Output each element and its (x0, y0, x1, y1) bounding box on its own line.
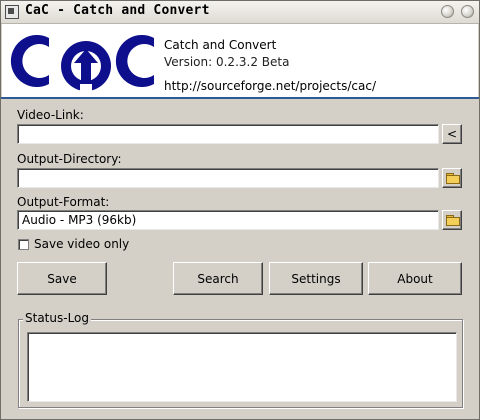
about-button[interactable]: About (368, 262, 462, 295)
folder-options-icon (445, 215, 460, 226)
settings-button[interactable]: Settings (269, 262, 363, 295)
paste-link-button[interactable]: < (442, 124, 462, 144)
output-directory-input[interactable] (17, 168, 439, 188)
paste-link-label: < (446, 127, 458, 141)
minimize-icon[interactable] (441, 5, 454, 18)
app-window: CaC - Catch and Convert Catch and Conver… (0, 0, 480, 420)
about-button-label: About (397, 271, 433, 286)
output-directory-label: Output-Directory: (17, 152, 122, 166)
app-version: Version: 0.2.3.2 Beta (164, 55, 290, 69)
search-button[interactable]: Search (173, 262, 263, 295)
search-button-label: Search (197, 271, 239, 286)
banner-divider (1, 97, 479, 99)
save-button[interactable]: Save (17, 262, 107, 295)
status-log-textarea[interactable] (27, 332, 457, 402)
status-log-label: Status-Log (23, 311, 92, 325)
output-format-select[interactable]: Audio - MP3 (96kb) (17, 210, 439, 230)
window-title: CaC - Catch and Convert (25, 3, 210, 18)
project-url[interactable]: http://sourceforge.net/projects/cac/ (164, 79, 376, 93)
window-icon[interactable] (5, 5, 19, 19)
save-video-checkbox[interactable] (18, 239, 29, 250)
browse-directory-button[interactable] (442, 168, 462, 188)
format-options-button[interactable] (442, 210, 462, 230)
header-banner: Catch and Convert Version: 0.2.3.2 Beta … (2, 24, 478, 97)
close-icon[interactable] (461, 5, 474, 18)
save-video-label: Save video only (34, 237, 130, 251)
settings-button-label: Settings (291, 271, 341, 286)
folder-icon (445, 173, 460, 184)
video-link-label: Video-Link: (17, 108, 84, 122)
app-name: Catch and Convert (164, 38, 277, 52)
output-format-label: Output-Format: (17, 195, 110, 209)
video-link-input[interactable] (17, 124, 439, 144)
title-bar[interactable]: CaC - Catch and Convert (1, 1, 479, 24)
cac-logo (10, 35, 154, 96)
save-button-label: Save (47, 271, 77, 286)
